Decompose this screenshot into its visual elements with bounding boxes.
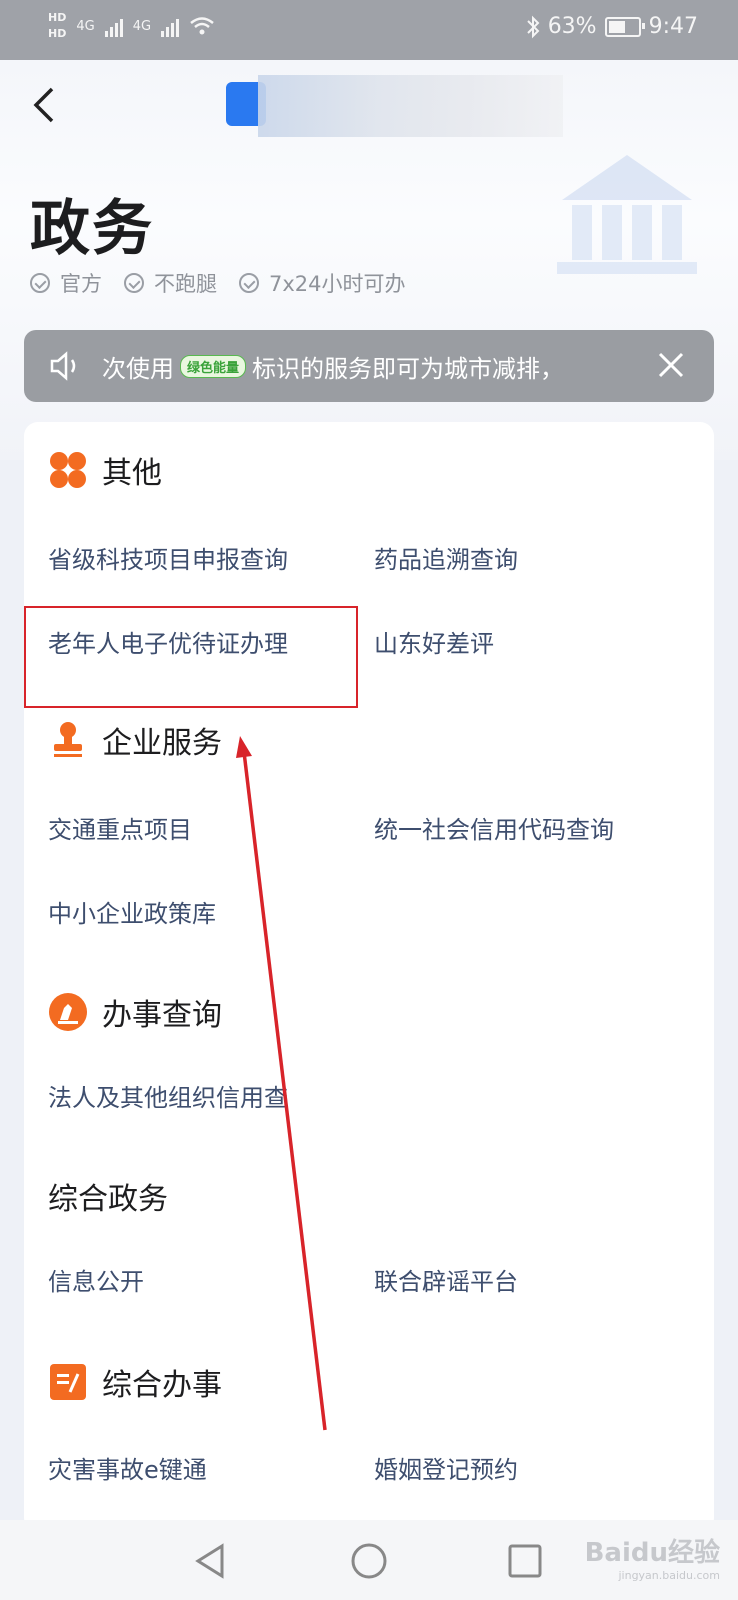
status-bar: HD HD 4G 4G 63% 9:47 xyxy=(0,0,738,60)
bluetooth-icon xyxy=(526,15,540,38)
close-icon[interactable] xyxy=(652,346,690,384)
notice-text: 次使用 绿色能量 标识的服务即可为城市减排， xyxy=(102,354,565,383)
service-item[interactable]: 灾害事故e键通 xyxy=(48,1450,207,1485)
government-building-icon xyxy=(557,155,697,274)
home-circle-icon[interactable] xyxy=(346,1538,392,1584)
service-item[interactable]: 省级科技项目申报查询 xyxy=(48,540,288,575)
service-item[interactable]: 法人及其他组织信用查 xyxy=(48,1078,288,1113)
section-header-query: 办事查询 xyxy=(48,990,222,1034)
document-edit-icon xyxy=(50,1364,86,1400)
check-circle-icon xyxy=(239,273,259,293)
back-button[interactable] xyxy=(30,85,70,129)
section-header-general-gov: 综合政务 xyxy=(48,1182,168,1217)
service-item[interactable]: 信息公开 xyxy=(48,1262,144,1297)
tag-no-errand: 不跑腿 xyxy=(124,268,217,298)
clock: 9:47 xyxy=(648,14,698,39)
recent-apps-square-icon[interactable] xyxy=(502,1538,548,1584)
section-header-other: 其他 xyxy=(48,448,162,492)
service-item[interactable]: 山东好差评 xyxy=(374,624,494,659)
service-item[interactable]: 统一社会信用代码查询 xyxy=(374,810,614,845)
service-item[interactable]: 联合辟谣平台 xyxy=(374,1262,518,1297)
service-item[interactable]: 中小企业政策库 xyxy=(48,894,216,929)
stamp-icon xyxy=(54,722,82,757)
signal-bars-icon xyxy=(161,15,180,37)
watermark: Baidu经验 jingyan.baidu.com xyxy=(584,1538,720,1582)
signal-label-1: 4G xyxy=(76,18,95,34)
blurred-app-name xyxy=(258,75,563,137)
speaker-icon xyxy=(50,351,76,381)
battery-icon xyxy=(604,16,645,37)
search-pen-icon xyxy=(49,993,87,1031)
service-item[interactable]: 药品追溯查询 xyxy=(374,540,518,575)
service-tags: 官方 不跑腿 7x24小时可办 xyxy=(30,268,406,298)
tag-24-7: 7x24小时可办 xyxy=(239,268,406,298)
services-card: 其他 省级科技项目申报查询 药品追溯查询 老年人电子优待证办理 山东好差评 企业… xyxy=(24,422,714,1532)
signal-label-2: 4G xyxy=(132,18,152,34)
check-circle-icon xyxy=(124,273,144,293)
green-energy-badge: 绿色能量 xyxy=(180,354,247,378)
check-circle-icon xyxy=(30,273,50,293)
service-item[interactable]: 交通重点项目 xyxy=(48,810,192,845)
four-petal-icon xyxy=(50,452,86,488)
page-title: 政务 xyxy=(30,194,154,264)
annotation-highlight-box xyxy=(24,606,358,708)
chevron-left-icon xyxy=(33,87,54,123)
battery-percentage: 63% xyxy=(547,14,597,39)
network-type-indicator: HD HD xyxy=(48,11,67,40)
system-nav-bar: Baidu经验 jingyan.baidu.com xyxy=(0,1520,738,1600)
notice-banner[interactable]: 次使用 绿色能量 标识的服务即可为城市减排， xyxy=(24,330,714,402)
wifi-icon xyxy=(190,17,214,35)
service-item[interactable]: 婚姻登记预约 xyxy=(374,1450,518,1485)
section-header-general-affairs: 综合办事 xyxy=(48,1360,222,1404)
section-header-enterprise: 企业服务 xyxy=(48,718,222,762)
back-triangle-icon[interactable] xyxy=(188,1538,234,1584)
signal-bars-icon xyxy=(104,15,123,37)
tag-official: 官方 xyxy=(30,268,102,298)
